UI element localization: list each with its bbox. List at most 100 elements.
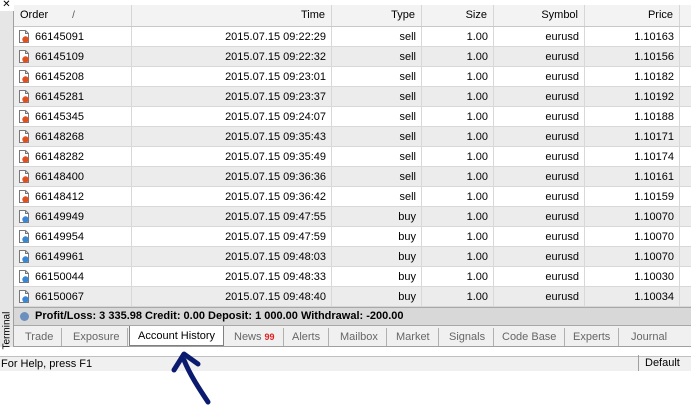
cell-symbol: eurusd — [494, 147, 585, 167]
sell-order-icon — [19, 129, 29, 143]
cell-order: 66148412 — [14, 187, 132, 207]
sell-order-icon — [19, 189, 29, 203]
sell-order-icon — [19, 109, 29, 123]
table-row[interactable]: 66145109 2015.07.15 09:22:32 sell 1.00 eurus… — [14, 47, 691, 67]
tab-journal[interactable]: Journal — [631, 328, 667, 346]
column-header-type[interactable]: Type — [332, 5, 422, 26]
table-row[interactable]: 66149961 2015.07.15 09:48:03 buy 1.00 eurusd… — [14, 247, 691, 267]
cell-size: 1.00 — [422, 247, 494, 267]
cell-order: 66145109 — [14, 47, 132, 67]
terminal-label: Terminal — [1, 311, 13, 350]
table-row[interactable]: 66148268 2015.07.15 09:35:43 sell 1.00 eurus… — [14, 127, 691, 147]
column-header-time[interactable]: Time — [132, 5, 332, 26]
cell-size: 1.00 — [422, 67, 494, 87]
cell-time: 2015.07.15 09:47:59 — [132, 227, 332, 247]
cell-price: 1.10174 — [585, 147, 680, 167]
cell-price: 1.10161 — [585, 167, 680, 187]
summary-text: Profit/Loss: 3 335.98 Credit: 0.00 Depos… — [35, 310, 404, 322]
cell-time: 2015.07.15 09:35:49 — [132, 147, 332, 167]
tab-news[interactable]: News 99 — [234, 328, 284, 346]
cell-order: 66149949 — [14, 207, 132, 227]
cell-type: buy — [332, 247, 422, 267]
table-row[interactable]: 66150044 2015.07.15 09:48:33 buy 1.00 eurusd… — [14, 267, 691, 287]
cell-type: buy — [332, 227, 422, 247]
sell-order-icon — [19, 89, 29, 103]
cell-type: buy — [332, 207, 422, 227]
table-row[interactable]: 66150067 2015.07.15 09:48:40 buy 1.00 eurusd… — [14, 287, 691, 307]
column-header-order[interactable]: Order / — [14, 5, 132, 26]
close-terminal-button[interactable]: ✕ — [0, 0, 13, 11]
cell-type: sell — [332, 67, 422, 87]
cell-price: 1.10034 — [585, 287, 680, 307]
table-row[interactable]: 66145208 2015.07.15 09:23:01 sell 1.00 eurus… — [14, 67, 691, 87]
table-row[interactable]: 66148282 2015.07.15 09:35:49 sell 1.00 eurus… — [14, 147, 691, 167]
table-row[interactable]: 66145091 2015.07.15 09:22:29 sell 1.00 eurus… — [14, 27, 691, 47]
cell-price: 1.10171 — [585, 127, 680, 147]
tab-account-history[interactable]: Account History — [129, 326, 225, 346]
account-history-table: Order / Time Type Size Symbol Price 66145… — [14, 0, 691, 307]
cell-size: 1.00 — [422, 47, 494, 67]
cell-time: 2015.07.15 09:22:29 — [132, 27, 332, 47]
cell-order: 66148268 — [14, 127, 132, 147]
tab-code-base[interactable]: Code Base — [502, 328, 566, 346]
tab-exposure[interactable]: Exposure — [73, 328, 129, 346]
cell-size: 1.00 — [422, 227, 494, 247]
cell-order: 66150067 — [14, 287, 132, 307]
tab-trade[interactable]: Trade — [25, 328, 63, 346]
sell-order-icon — [19, 69, 29, 83]
status-bar: For Help, press F1 Default — [0, 355, 691, 371]
cell-price: 1.10182 — [585, 67, 680, 87]
cell-type: sell — [332, 27, 422, 47]
cell-size: 1.00 — [422, 87, 494, 107]
cell-symbol: eurusd — [494, 287, 585, 307]
tab-mailbox[interactable]: Mailbox — [340, 328, 387, 346]
tab-experts[interactable]: Experts — [573, 328, 620, 346]
cell-price: 1.10070 — [585, 227, 680, 247]
table-row[interactable]: 66149949 2015.07.15 09:47:55 buy 1.00 eurusd… — [14, 207, 691, 227]
sell-order-icon — [19, 149, 29, 163]
column-header-price[interactable]: Price — [585, 5, 680, 26]
cell-symbol: eurusd — [494, 267, 585, 287]
sell-order-icon — [19, 29, 29, 43]
sell-order-icon — [19, 169, 29, 183]
cell-time: 2015.07.15 09:22:32 — [132, 47, 332, 67]
status-help-text: For Help, press F1 — [1, 358, 93, 370]
terminal-side-bar: Terminal — [0, 11, 14, 350]
cell-type: sell — [332, 87, 422, 107]
cell-symbol: eurusd — [494, 127, 585, 147]
cell-symbol: eurusd — [494, 47, 585, 67]
cell-type: sell — [332, 187, 422, 207]
cell-type: buy — [332, 287, 422, 307]
table-row[interactable]: 66145345 2015.07.15 09:24:07 sell 1.00 eurus… — [14, 107, 691, 127]
cell-size: 1.00 — [422, 147, 494, 167]
cell-price: 1.10030 — [585, 267, 680, 287]
cell-order: 66145208 — [14, 67, 132, 87]
cell-price: 1.10070 — [585, 207, 680, 227]
cell-time: 2015.07.15 09:48:03 — [132, 247, 332, 267]
tab-signals[interactable]: Signals — [449, 328, 495, 346]
cell-price: 1.10156 — [585, 47, 680, 67]
cell-size: 1.00 — [422, 287, 494, 307]
cell-order: 66150044 — [14, 267, 132, 287]
cell-size: 1.00 — [422, 127, 494, 147]
cell-type: sell — [332, 167, 422, 187]
cell-price: 1.10070 — [585, 247, 680, 267]
cell-time: 2015.07.15 09:36:42 — [132, 187, 332, 207]
tab-alerts[interactable]: Alerts — [292, 328, 330, 346]
column-header-symbol[interactable]: Symbol — [494, 5, 585, 26]
table-row[interactable]: 66148412 2015.07.15 09:36:42 sell 1.00 eurus… — [14, 187, 691, 207]
cell-type: sell — [332, 47, 422, 67]
table-row[interactable]: 66145281 2015.07.15 09:23:37 sell 1.00 eurus… — [14, 87, 691, 107]
cell-price: 1.10159 — [585, 187, 680, 207]
column-header-size[interactable]: Size — [422, 5, 494, 26]
table-row[interactable]: 66148400 2015.07.15 09:36:36 sell 1.00 eurus… — [14, 167, 691, 187]
buy-order-icon — [19, 269, 29, 283]
buy-order-icon — [19, 249, 29, 263]
tab-market[interactable]: Market — [396, 328, 439, 346]
summary-info-icon — [20, 312, 29, 321]
table-row[interactable]: 66149954 2015.07.15 09:47:59 buy 1.00 eurusd… — [14, 227, 691, 247]
cell-order: 66148282 — [14, 147, 132, 167]
summary-bar: Profit/Loss: 3 335.98 Credit: 0.00 Depos… — [14, 307, 691, 326]
buy-order-icon — [19, 209, 29, 223]
cell-symbol: eurusd — [494, 87, 585, 107]
